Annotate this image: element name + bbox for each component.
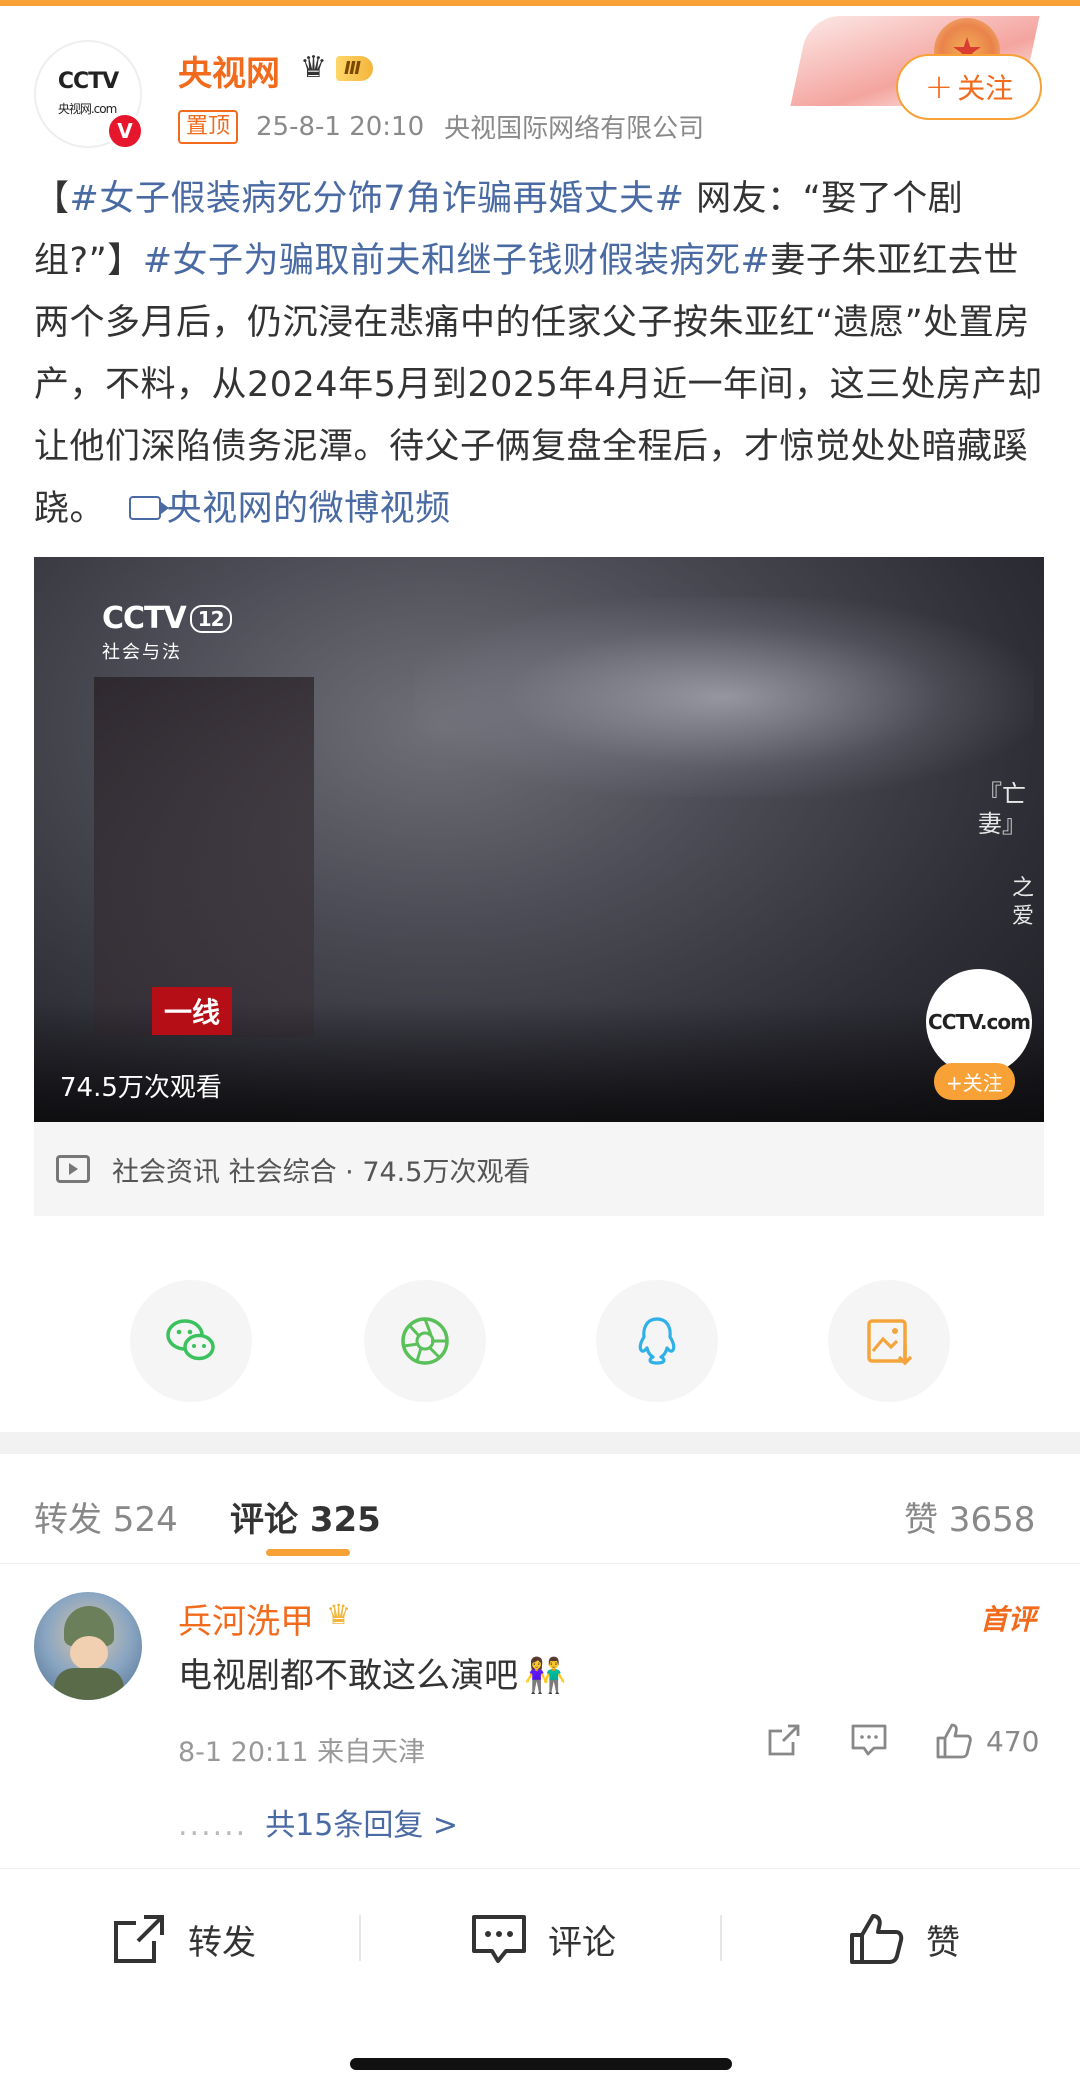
comment-icon	[851, 1724, 887, 1756]
video-icon	[56, 1155, 90, 1183]
post-meta: 置顶 25-8-1 20:10 央视国际网络有限公司	[178, 108, 704, 145]
thumbs-up-icon	[936, 1723, 972, 1759]
moments-icon	[401, 1317, 449, 1365]
follow-button[interactable]: + 关注	[896, 54, 1042, 120]
comment-text: 电视剧都不敢这么演吧 👫	[178, 1648, 566, 1697]
pinned-tag: 置顶	[178, 109, 239, 144]
commenter-name[interactable]: 兵河洗甲	[178, 1594, 314, 1643]
channel-logo: CCTV 12 社会与法	[102, 601, 232, 664]
cctv-logo: CCTV 央视网.com	[57, 69, 119, 116]
tab-comments-label: 评论	[230, 1500, 298, 1540]
video-frame-reflection	[94, 677, 314, 1037]
vertical-title: 『亡妻』	[978, 780, 1026, 838]
share-row	[0, 1280, 1080, 1402]
comment-meta: 8-1 20:11 来自天津	[178, 1737, 426, 1768]
follow-label: 关注	[957, 72, 1014, 105]
vip-badge[interactable]: ♛ Ⅲ	[300, 50, 374, 86]
channel-name: 社会与法	[102, 642, 182, 663]
like-button[interactable]: 赞	[848, 1913, 960, 1965]
tab-comments[interactable]: 评论 325	[230, 1492, 381, 1541]
video-category-text: 社会资讯 社会综合 · 74.5万次观看	[112, 1156, 531, 1188]
post-text: 【#女子假装病死分饰7角诈骗再婚丈夫# 网友：“娶了个剧组?”】#女子为骗取前夫…	[34, 168, 1044, 540]
comment-label: 评论	[548, 1922, 616, 1963]
post-source: 央视国际网络有限公司	[444, 114, 705, 144]
save-image-icon	[867, 1319, 913, 1366]
crown-icon: ♛	[300, 50, 327, 85]
separator	[359, 1915, 361, 1961]
interaction-tabs: 转发 524 评论 325 赞 3658	[0, 1454, 1080, 1564]
video-link[interactable]: 央视网的微博视频	[167, 489, 451, 529]
segment-tag: 一线	[152, 987, 233, 1035]
first-comment-badge: 首评	[980, 1603, 1037, 1636]
verified-badge-icon: V	[106, 112, 144, 150]
thumbs-up-icon	[850, 1914, 904, 1964]
save-image-button[interactable]	[828, 1280, 950, 1402]
vip-level: Ⅲ	[336, 55, 374, 81]
commenter-avatar[interactable]	[34, 1592, 142, 1700]
hashtag-link[interactable]: #女子假装病死分饰7角诈骗再婚丈夫#	[70, 179, 685, 219]
view-count: 74.5万次观看	[60, 1073, 222, 1103]
share-qq-button[interactable]	[596, 1280, 718, 1402]
video-link-icon	[128, 496, 169, 520]
comment-icon	[472, 1915, 526, 1963]
plus-icon: +	[924, 67, 954, 107]
tab-comments-count: 325	[309, 1500, 381, 1540]
active-tab-indicator	[266, 1549, 350, 1556]
vertical-subtitle: 之爱	[1011, 876, 1034, 929]
like-label: 赞	[926, 1922, 960, 1963]
author-name[interactable]: 央视网	[178, 46, 280, 95]
tab-repost[interactable]: 转发 524	[34, 1492, 178, 1541]
medal-icon: ♛	[326, 1598, 352, 1631]
comment-reply-button[interactable]	[850, 1722, 888, 1758]
channel-logo-text: CCTV	[102, 601, 187, 636]
share-moments-button[interactable]	[364, 1280, 486, 1402]
comment-button[interactable]: 评论	[470, 1913, 616, 1965]
view-replies-link[interactable]: ...... 共15条回复 >	[178, 1800, 458, 1844]
share-icon	[768, 1724, 800, 1756]
video-frame-highlight	[414, 597, 1034, 797]
replies-label: 共15条回复 >	[265, 1808, 459, 1843]
bottom-action-bar: 转发 评论 赞	[0, 1868, 1080, 2004]
comment-body: 电视剧都不敢这么演吧	[178, 1656, 518, 1696]
video-follow-button[interactable]: +关注	[934, 1063, 1015, 1100]
wechat-icon	[166, 1319, 215, 1361]
hashtag-link[interactable]: #女子为骗取前夫和继子钱财假装病死#	[143, 241, 771, 281]
text-part: 【	[34, 179, 70, 219]
replies-dots: ......	[178, 1808, 248, 1843]
repost-icon	[114, 1915, 164, 1963]
comment-emoji: 👫	[524, 1656, 567, 1696]
home-indicator[interactable]	[350, 2058, 732, 2070]
repost-button[interactable]: 转发	[110, 1913, 256, 1965]
repost-label: 转发	[188, 1922, 256, 1963]
text-part: 妻子朱亚红去世两个多月后，仍沉浸在悲痛中的任家父子按朱亚红“遗愿”处置房产，不料…	[34, 241, 1043, 529]
tab-likes[interactable]: 赞 3658	[904, 1492, 1035, 1541]
section-divider	[0, 1432, 1080, 1454]
comment-like-count: 470	[986, 1724, 1040, 1758]
channel-number: 12	[189, 604, 232, 633]
share-wechat-button[interactable]	[130, 1280, 252, 1402]
video-category-bar[interactable]: 社会资讯 社会综合 · 74.5万次观看	[34, 1122, 1044, 1216]
separator	[720, 1915, 722, 1961]
comment-like-button[interactable]: 470	[934, 1722, 1039, 1760]
cctv-watermark-logo[interactable]: CCTV.com	[926, 969, 1032, 1075]
qq-icon	[638, 1317, 676, 1365]
video-player[interactable]: CCTV 12 社会与法 一线 『亡妻』 之爱 CCTV.com +关注 74.5…	[34, 557, 1044, 1122]
post-time: 25-8-1 20:10	[256, 111, 425, 142]
comment-share-button[interactable]	[766, 1722, 802, 1758]
